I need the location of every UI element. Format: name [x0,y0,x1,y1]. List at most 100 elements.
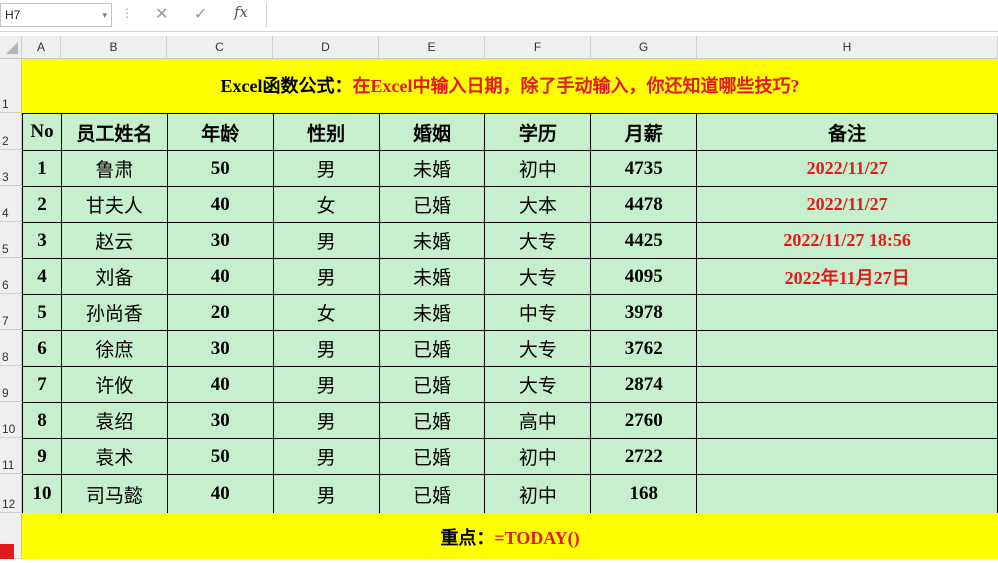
row-header-8[interactable]: 8 [0,330,22,366]
header-education[interactable]: 学历 [484,113,592,151]
cell-name[interactable]: 司马懿 [60,474,168,514]
cell-name[interactable]: 徐庶 [60,330,168,367]
cell-no[interactable]: 9 [22,438,62,475]
cell-gender[interactable]: 男 [272,366,380,403]
cell-name[interactable]: 赵云 [60,222,168,259]
cell-salary[interactable]: 4478 [590,186,698,223]
cell-gender[interactable]: 女 [272,186,380,223]
header-gender[interactable]: 性别 [272,113,380,151]
header-name[interactable]: 员工姓名 [60,113,168,151]
header-salary[interactable]: 月薪 [590,113,698,151]
name-box[interactable]: H7 ▾ [0,3,112,27]
select-all-corner[interactable] [0,36,22,58]
cell-no[interactable]: 3 [22,222,62,259]
cell-education[interactable]: 高中 [484,402,592,439]
row-header-12[interactable]: 12 [0,474,22,513]
cell-salary[interactable]: 2874 [590,366,698,403]
cell-education[interactable]: 大专 [484,258,592,295]
formula-input[interactable] [266,3,998,27]
cell-gender[interactable]: 男 [272,438,380,475]
cell-remark[interactable] [696,474,998,514]
cell-salary[interactable]: 2760 [590,402,698,439]
row-header-2[interactable]: 2 [0,113,22,150]
cell-marital[interactable]: 未婚 [378,294,486,331]
cell-name[interactable]: 袁绍 [60,402,168,439]
row-header-6[interactable]: 6 [0,258,22,294]
cell-gender[interactable]: 男 [272,150,380,187]
cell-no[interactable]: 7 [22,366,62,403]
cell-marital[interactable]: 已婚 [378,474,486,514]
cell-remark[interactable]: 2022/11/27 [696,150,998,187]
cell-gender[interactable]: 女 [272,294,380,331]
cell-age[interactable]: 40 [166,366,274,403]
row-header-7[interactable]: 7 [0,294,22,330]
cell-marital[interactable]: 已婚 [378,330,486,367]
column-header-g[interactable]: G [591,36,697,58]
cell-no[interactable]: 1 [22,150,62,187]
cell-education[interactable]: 大本 [484,186,592,223]
cell-name[interactable]: 孙尚香 [60,294,168,331]
row-header-9[interactable]: 9 [0,366,22,402]
row-header-10[interactable]: 10 [0,402,22,438]
column-header-b[interactable]: B [61,36,167,58]
cell-gender[interactable]: 男 [272,222,380,259]
cell-no[interactable]: 2 [22,186,62,223]
cell-salary[interactable]: 4425 [590,222,698,259]
footer-cell[interactable]: 重点：=TODAY() [22,513,998,559]
cell-education[interactable]: 中专 [484,294,592,331]
enter-check-icon[interactable]: ✓ [194,4,207,24]
cell-gender[interactable]: 男 [272,258,380,295]
cell-no[interactable]: 6 [22,330,62,367]
cell-remark[interactable]: 2022/11/27 [696,186,998,223]
cell-remark[interactable] [696,330,998,367]
cell-age[interactable]: 40 [166,474,274,514]
cell-marital[interactable]: 已婚 [378,186,486,223]
cell-salary[interactable]: 2722 [590,438,698,475]
cell-salary[interactable]: 3762 [590,330,698,367]
cell-remark[interactable] [696,294,998,331]
cell-no[interactable]: 10 [22,474,62,514]
column-header-h[interactable]: H [697,36,998,58]
cell-gender[interactable]: 男 [272,330,380,367]
row-header-1[interactable]: 1 [0,59,22,113]
cell-marital[interactable]: 未婚 [378,150,486,187]
title-cell[interactable]: Excel函数公式：在Excel中输入日期，除了手动输入，你还知道哪些技巧? [22,59,998,113]
chevron-down-icon[interactable]: ▾ [102,4,107,26]
cell-salary[interactable]: 4095 [590,258,698,295]
cell-marital[interactable]: 已婚 [378,438,486,475]
cell-age[interactable]: 30 [166,402,274,439]
cell-education[interactable]: 初中 [484,438,592,475]
cell-remark[interactable] [696,402,998,439]
cell-age[interactable]: 20 [166,294,274,331]
header-marital[interactable]: 婚姻 [378,113,486,151]
row-header-11[interactable]: 11 [0,438,22,474]
cell-name[interactable]: 袁术 [60,438,168,475]
cell-name[interactable]: 许攸 [60,366,168,403]
cell-name[interactable]: 甘夫人 [60,186,168,223]
cell-marital[interactable]: 已婚 [378,366,486,403]
cell-age[interactable]: 50 [166,438,274,475]
cell-no[interactable]: 8 [22,402,62,439]
cell-age[interactable]: 40 [166,186,274,223]
cell-age[interactable]: 30 [166,330,274,367]
column-header-c[interactable]: C [167,36,273,58]
column-header-a[interactable]: A [22,36,61,58]
column-header-e[interactable]: E [379,36,485,58]
cell-marital[interactable]: 未婚 [378,222,486,259]
row-header-4[interactable]: 4 [0,186,22,222]
cell-education[interactable]: 大专 [484,222,592,259]
cell-gender[interactable]: 男 [272,474,380,514]
cell-salary[interactable]: 168 [590,474,698,514]
cell-remark[interactable] [696,438,998,475]
cancel-icon[interactable]: ✕ [155,4,168,24]
header-age[interactable]: 年龄 [166,113,274,151]
cell-education[interactable]: 大专 [484,330,592,367]
cell-remark[interactable]: 2022年11月27日 [696,258,998,295]
cell-education[interactable]: 初中 [484,474,592,514]
row-header-3[interactable]: 3 [0,150,22,186]
header-remark[interactable]: 备注 [696,113,998,151]
cell-remark[interactable]: 2022/11/27 18:56 [696,222,998,259]
cell-no[interactable]: 5 [22,294,62,331]
cell-education[interactable]: 大专 [484,366,592,403]
cell-marital[interactable]: 已婚 [378,402,486,439]
